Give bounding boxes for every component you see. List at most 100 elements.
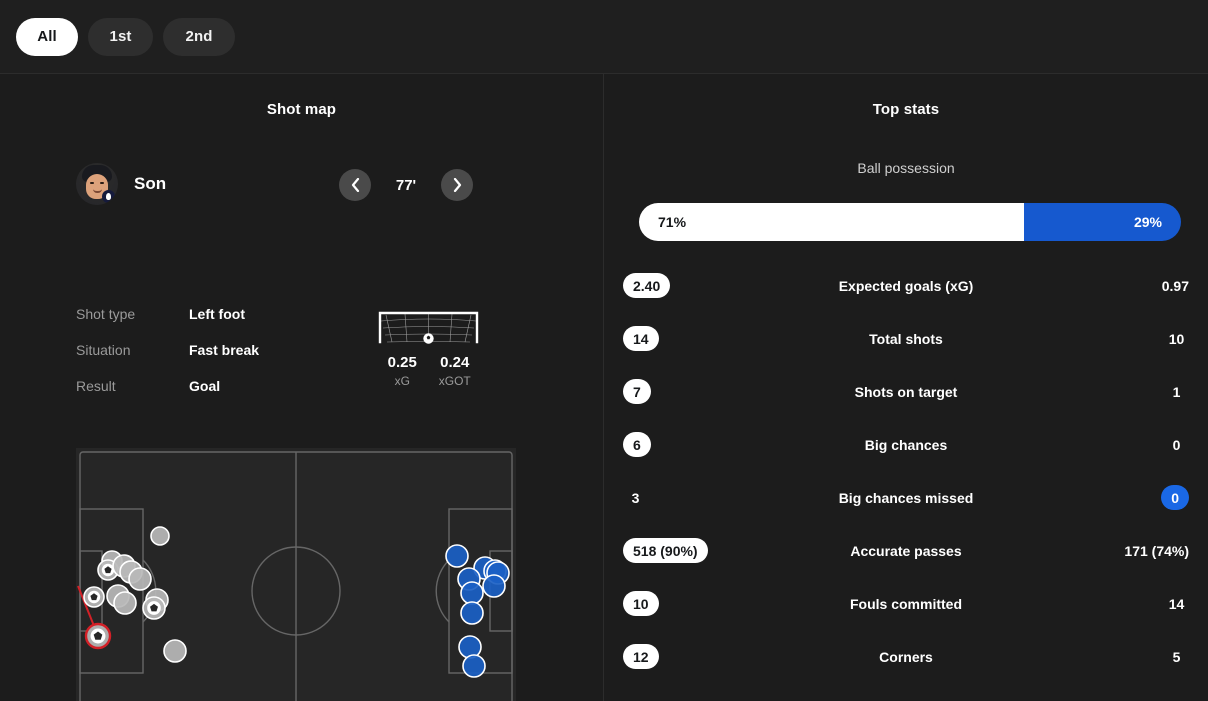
stat-home-pill: 12 <box>623 644 659 669</box>
shot-marker[interactable] <box>163 639 187 663</box>
stat-label: Total shots <box>869 330 943 347</box>
detail-label: Result <box>76 378 116 394</box>
stat-row: 518 (90%) Accurate passes 171 (74%) <box>604 524 1208 577</box>
stat-home-value: 10 <box>623 591 659 616</box>
stat-row: 10 Fouls committed 14 <box>604 577 1208 630</box>
stat-away-pill: 1 <box>1172 383 1181 400</box>
shot-marker[interactable] <box>142 596 166 620</box>
avatar-eye-right <box>100 182 104 184</box>
football-icon <box>147 601 161 615</box>
stat-home-pill: 2.40 <box>623 273 671 298</box>
stat-label: Fouls committed <box>849 595 962 612</box>
chevron-left-icon <box>351 177 360 193</box>
shot-header: Son 77' <box>0 156 604 212</box>
stat-home-pill: 14 <box>623 326 659 351</box>
stat-away-value: 0 <box>1161 485 1189 510</box>
stat-home-pill: 10 <box>623 591 659 616</box>
shot-marker[interactable] <box>445 544 469 568</box>
detail-row-situation: Situation Fast break <box>76 342 366 378</box>
stat-away-pill: 0 <box>1172 436 1181 453</box>
stat-row: 7 Shots on target 1 <box>604 365 1208 418</box>
stat-label: Shots on target <box>854 383 958 400</box>
detail-value: Goal <box>189 378 221 394</box>
tab-2nd[interactable]: 2nd <box>163 17 235 56</box>
stat-home-value: 2.40 <box>623 273 671 298</box>
shot-marker[interactable] <box>84 622 112 650</box>
next-shot-button[interactable] <box>441 169 473 201</box>
stat-away-pill: 0.97 <box>1161 277 1189 294</box>
stat-label: Expected goals (xG) <box>838 277 974 294</box>
tab-1st[interactable]: 1st <box>88 17 153 56</box>
xg-label: xG <box>394 374 410 388</box>
minute-navigator: 77' <box>339 169 473 201</box>
shot-marker[interactable] <box>150 526 170 546</box>
shot-marker[interactable] <box>128 567 152 591</box>
stat-away-value: 0 <box>1164 432 1189 457</box>
stat-home-value: 3 <box>623 485 648 510</box>
possession-away-value: 29% <box>1023 203 1181 241</box>
stat-row: 14 Total shots 10 <box>604 312 1208 365</box>
player-avatar <box>76 163 118 205</box>
shot-map-panel: Shot map Son 77' Shot type Left foot Sit… <box>0 74 604 701</box>
stat-label: Big chances missed <box>838 489 974 506</box>
detail-row-result: Result Goal <box>76 378 366 414</box>
stat-home-value: 14 <box>623 326 659 351</box>
shot-marker[interactable] <box>460 601 484 625</box>
stat-away-pill: 14 <box>1168 595 1185 612</box>
xg-value: 0.25 <box>387 354 417 371</box>
stat-row: 3 Big chances missed 0 <box>604 471 1208 524</box>
xgot-label: xGOT <box>438 374 471 388</box>
detail-row-shot-type: Shot type Left foot <box>76 306 366 342</box>
stats-list: 2.40 Expected goals (xG) 0.97 14 Total shots… <box>604 259 1208 683</box>
stat-row: 12 Corners 5 <box>604 630 1208 683</box>
stat-away-pill: 5 <box>1172 648 1181 665</box>
stat-home-pill: 3 <box>631 489 640 506</box>
stat-home-value: 12 <box>623 644 659 669</box>
ball-possession-bar: 71% 29% <box>639 203 1181 241</box>
stat-away-pill: 10 <box>1168 330 1185 347</box>
xgot-metric: 0.24 xGOT <box>429 354 482 388</box>
shot-marker[interactable] <box>460 581 484 605</box>
stat-label: Big chances <box>864 436 948 453</box>
tab-all[interactable]: All <box>16 17 78 56</box>
detail-label: Shot type <box>76 306 136 322</box>
stat-away-pill: 0 <box>1161 485 1189 510</box>
chevron-right-icon <box>453 177 462 193</box>
panels-container: Shot map Son 77' Shot type Left foot Sit… <box>0 74 1208 701</box>
period-tab-bar: All 1st 2nd <box>0 0 1208 74</box>
stat-away-value: 1 <box>1164 379 1189 404</box>
previous-shot-button[interactable] <box>339 169 371 201</box>
stat-row: 6 Big chances 0 <box>604 418 1208 471</box>
shot-marker[interactable] <box>458 635 482 659</box>
shot-minute: 77' <box>395 176 417 194</box>
player-block[interactable]: Son <box>76 163 166 205</box>
detail-value: Left foot <box>189 306 245 322</box>
stat-home-pill: 6 <box>623 432 651 457</box>
avatar-eye-left <box>90 182 94 184</box>
possession-home-value: 71% <box>639 203 1024 241</box>
top-stats-title: Top stats <box>872 101 940 118</box>
football-pitch-icon[interactable] <box>76 448 516 701</box>
player-name: Son <box>134 174 167 193</box>
xgot-value: 0.24 <box>440 354 470 371</box>
shot-marker[interactable] <box>462 654 486 678</box>
stat-home-value: 518 (90%) <box>623 538 708 563</box>
shot-marker[interactable] <box>83 586 105 608</box>
shot-details: Shot type Left foot Situation Fast break… <box>76 306 366 414</box>
detail-label: Situation <box>76 342 131 358</box>
stat-home-value: 6 <box>623 432 651 457</box>
stat-away-value: 0.97 <box>1162 273 1189 298</box>
stat-row: 2.40 Expected goals (xG) 0.97 <box>604 259 1208 312</box>
shot-map-title: Shot map <box>266 101 337 118</box>
ball-possession-label: Ball possession <box>857 160 955 176</box>
stat-away-value: 14 <box>1164 591 1189 616</box>
shot-marker[interactable] <box>113 591 137 615</box>
detail-value: Fast break <box>189 342 260 358</box>
stat-away-value: 10 <box>1164 326 1189 351</box>
stat-home-pill: 7 <box>623 379 651 404</box>
stat-home-value: 7 <box>623 379 651 404</box>
football-icon <box>87 590 101 604</box>
shot-marker[interactable] <box>482 574 506 598</box>
xg-metrics: 0.25 xG 0.24 xGOT <box>376 354 481 388</box>
top-stats-panel: Top stats Ball possession 71% 29% 2.40 Ex… <box>604 74 1208 701</box>
